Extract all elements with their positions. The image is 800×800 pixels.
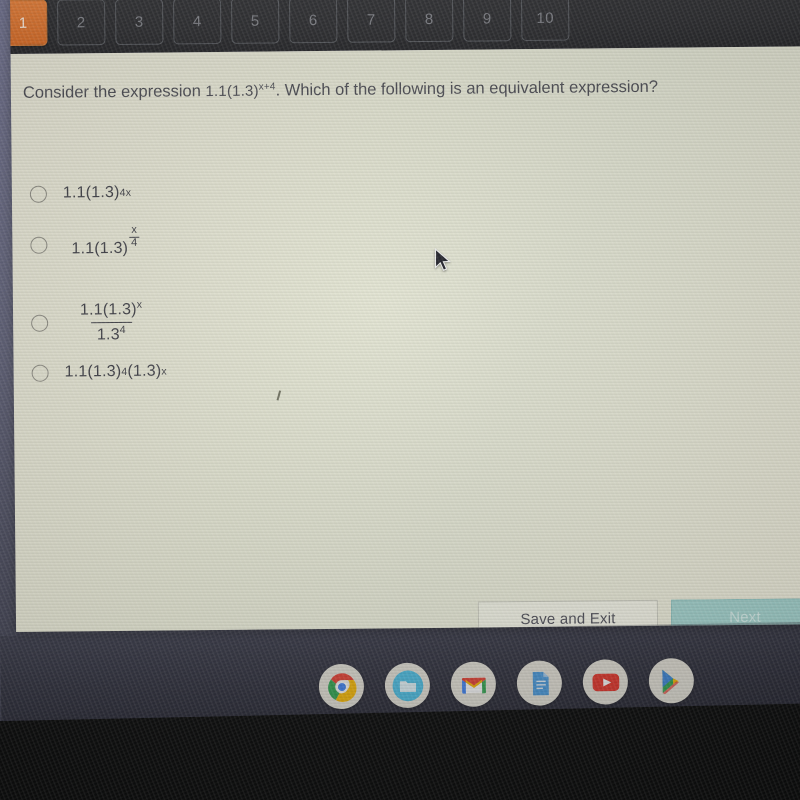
question-tab-label: 6 — [308, 11, 318, 29]
question-tab-label: 7 — [366, 10, 376, 29]
choice-b-exponent-numerator: x — [131, 223, 138, 236]
question-navigation-bar: 1 2 3 4 5 6 7 8 9 10 — [10, 0, 800, 54]
question-tab-2[interactable]: 2 — [57, 0, 106, 46]
question-tab-label: 1 — [18, 14, 28, 32]
question-tab-1[interactable]: 1 — [10, 0, 48, 47]
answer-choice-b-text: 1.1(1.3) x 4 — [71, 224, 140, 259]
choice-d-part2-exponent: x — [161, 365, 167, 378]
choice-b-base: 1.1(1.3) — [71, 239, 129, 258]
question-number-tabs: 1 2 3 4 5 6 7 8 9 10 — [10, 0, 570, 47]
answer-choice-c[interactable]: 1.1(1.3)x 1.34 — [31, 299, 149, 347]
files-icon[interactable] — [384, 662, 431, 709]
question-prompt: Consider the expression 1.1(1.3)x+4. Whi… — [23, 76, 793, 103]
answer-choice-a[interactable]: 1.1(1.3) 4x — [29, 184, 131, 203]
shelf-app-list — [318, 657, 695, 719]
question-expression-base: 1.1(1.3) — [205, 82, 259, 101]
question-tab-9[interactable]: 9 — [463, 0, 512, 42]
choice-a-exponent: 4x — [119, 186, 132, 199]
question-expression-exponent: x+4 — [258, 81, 276, 93]
question-lead-text: Consider the expression — [22, 82, 201, 102]
question-page: Consider the expression 1.1(1.3)x+4. Whi… — [10, 46, 800, 632]
chrome-icon[interactable] — [318, 663, 365, 719]
docs-icon[interactable] — [516, 660, 563, 706]
question-tab-7[interactable]: 7 — [347, 0, 396, 43]
question-tab-4[interactable]: 4 — [173, 0, 222, 45]
choice-d-part2-base: (1.3) — [127, 362, 162, 380]
question-expression: 1.1(1.3)x+4 — [205, 81, 276, 101]
browser-window: 1 2 3 4 5 6 7 8 9 10 Consider the expres… — [10, 0, 800, 632]
choice-c-numerator-base: 1.1(1.3) — [79, 301, 137, 319]
answer-choice-a-text: 1.1(1.3) 4x — [63, 184, 131, 203]
question-tab-label: 2 — [76, 13, 86, 31]
choice-a-base: 1.1(1.3) — [62, 183, 120, 202]
choice-b-exponent-denominator: 4 — [129, 236, 140, 249]
choice-c-numerator: 1.1(1.3)x — [74, 299, 148, 323]
question-tab-5[interactable]: 5 — [231, 0, 280, 44]
question-tab-3[interactable]: 3 — [115, 0, 164, 45]
choice-c-denominator-base: 1.3 — [96, 326, 120, 344]
question-tab-6[interactable]: 6 — [289, 0, 338, 44]
question-tab-label: 4 — [192, 12, 202, 30]
youtube-icon[interactable] — [582, 659, 629, 705]
choice-c-denominator: 1.34 — [90, 321, 132, 347]
screen-photo: 1 2 3 4 5 6 7 8 9 10 Consider the expres… — [0, 0, 800, 800]
question-tab-label: 9 — [482, 9, 492, 27]
choice-c-fraction: 1.1(1.3)x 1.34 — [74, 299, 149, 347]
radio-button-a[interactable] — [29, 185, 47, 203]
question-tab-label: 5 — [250, 12, 260, 30]
screen-dust-speck — [276, 390, 282, 401]
radio-button-b[interactable] — [30, 236, 48, 254]
question-tab-label: 8 — [424, 10, 434, 28]
gmail-icon[interactable] — [450, 661, 497, 708]
choice-c-numerator-exponent: x — [136, 298, 143, 311]
question-tab-8[interactable]: 8 — [405, 0, 454, 43]
answer-choice-b[interactable]: 1.1(1.3) x 4 — [30, 224, 140, 259]
answer-choice-d-text: 1.1(1.3) 4 (1.3) x — [65, 363, 167, 382]
radio-button-c[interactable] — [31, 314, 49, 332]
play-store-icon[interactable] — [648, 657, 695, 704]
answer-choice-c-text: 1.1(1.3)x 1.34 — [74, 299, 149, 347]
mouse-cursor — [434, 247, 451, 278]
answer-choice-d[interactable]: 1.1(1.3) 4 (1.3) x — [31, 363, 167, 382]
question-tab-label: 10 — [536, 9, 555, 27]
question-tail-text: . Which of the following is an equivalen… — [275, 77, 659, 100]
choice-b-exponent-fraction: x4 — [129, 223, 140, 249]
question-tab-10[interactable]: 10 — [521, 0, 570, 42]
choice-c-denominator-exponent: 4 — [119, 324, 126, 337]
question-tab-label: 3 — [134, 13, 144, 31]
radio-button-d[interactable] — [31, 364, 49, 382]
choice-d-part1-base: 1.1(1.3) — [64, 362, 122, 381]
